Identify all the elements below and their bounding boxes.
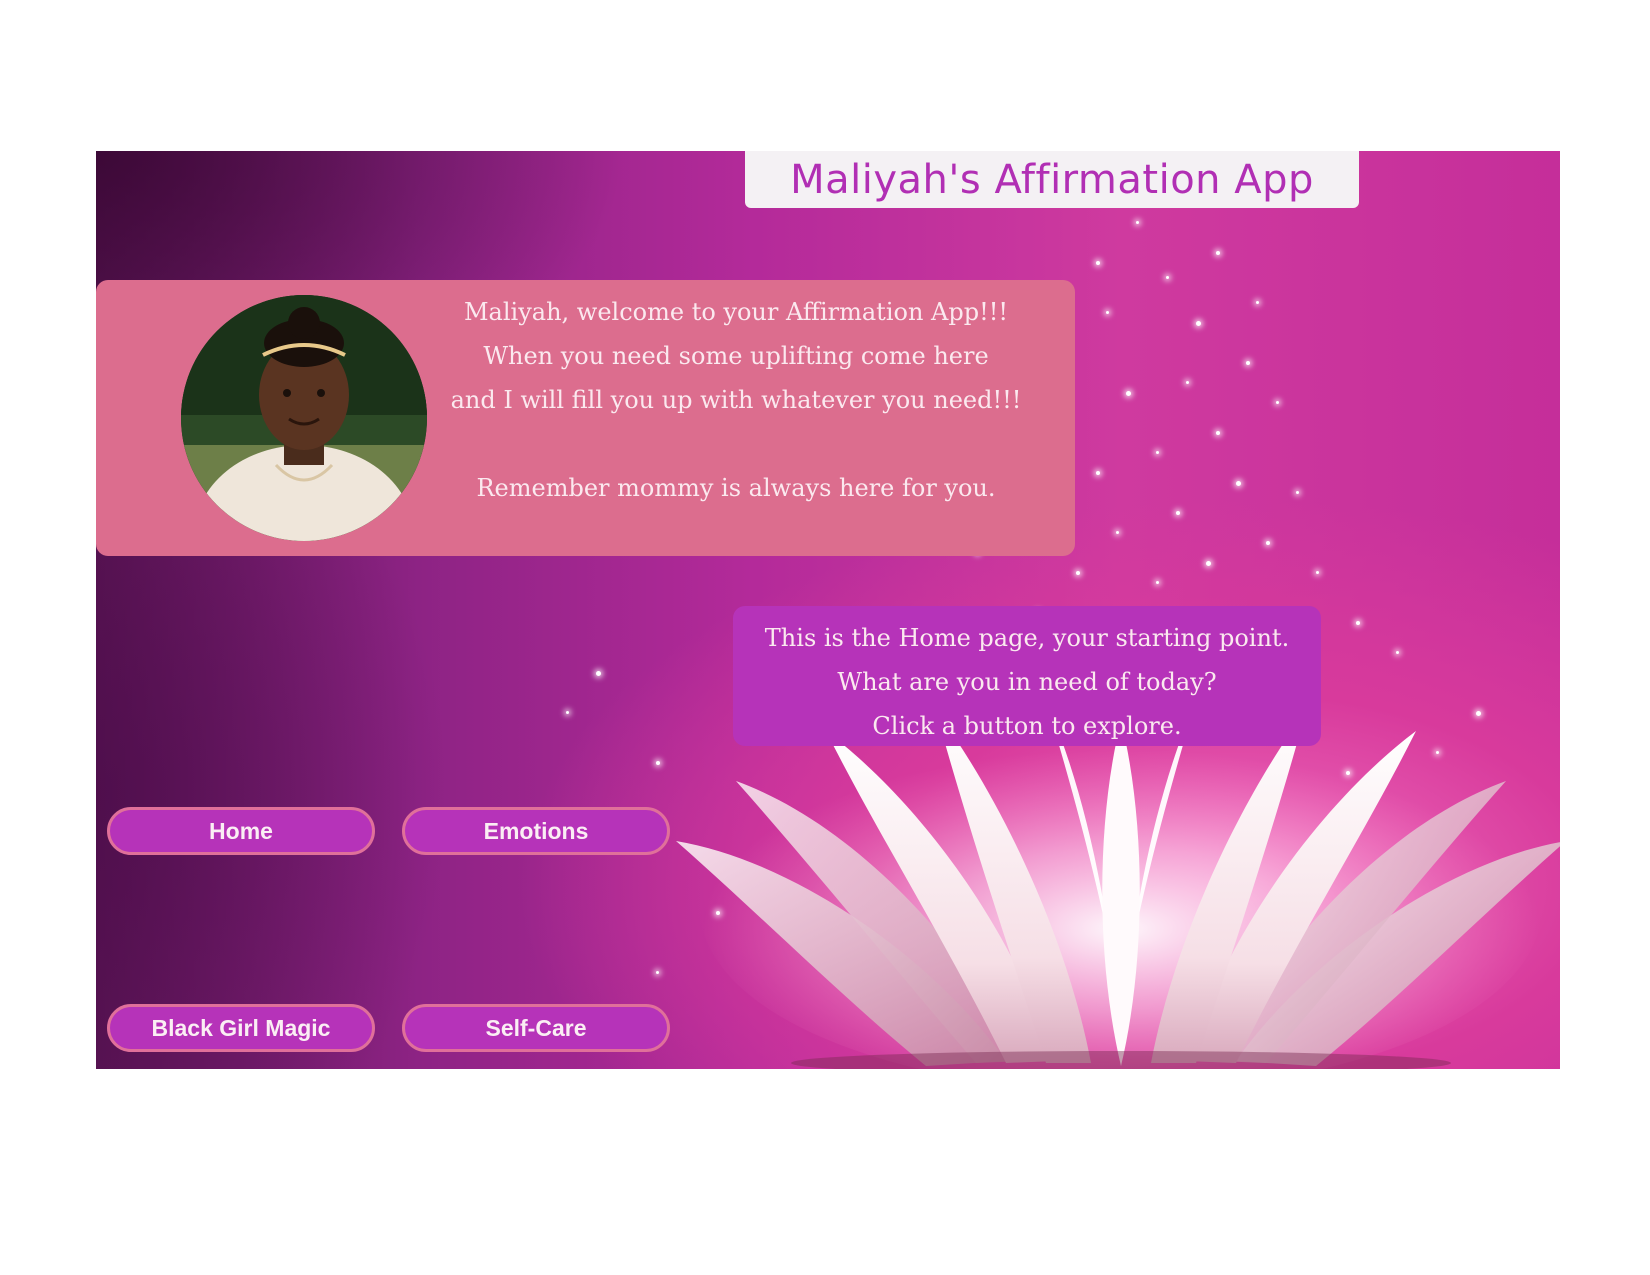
home-button[interactable]: Home xyxy=(107,807,375,855)
sparkle xyxy=(1236,481,1241,486)
sparkle xyxy=(1096,261,1100,265)
sparkle xyxy=(1136,221,1139,224)
sparkle xyxy=(566,711,569,714)
app-title: Maliyah's Affirmation App xyxy=(790,156,1314,203)
sparkle xyxy=(1206,561,1211,566)
sparkle xyxy=(1266,541,1270,545)
sparkle xyxy=(1296,491,1299,494)
sparkle xyxy=(1196,321,1201,326)
sparkle xyxy=(1186,381,1189,384)
sparkle xyxy=(656,761,660,765)
sparkle xyxy=(1156,581,1159,584)
home-line: What are you in need of today? xyxy=(837,668,1217,696)
black-girl-magic-button[interactable]: Black Girl Magic xyxy=(107,1004,375,1052)
home-info-panel: This is the Home page, your starting poi… xyxy=(733,606,1321,746)
sparkle xyxy=(1126,391,1131,396)
sparkle xyxy=(1156,451,1159,454)
sparkle xyxy=(1216,251,1220,255)
lotus-flower-image xyxy=(676,711,1560,1069)
sparkle xyxy=(1116,531,1119,534)
sparkle xyxy=(1356,621,1360,625)
welcome-line: and I will fill you up with whatever you… xyxy=(450,386,1022,414)
home-line: Click a button to explore. xyxy=(872,712,1182,740)
self-care-button[interactable]: Self-Care xyxy=(402,1004,670,1052)
avatar xyxy=(181,295,427,541)
sparkle xyxy=(1076,571,1080,575)
home-message: This is the Home page, your starting poi… xyxy=(733,616,1321,748)
welcome-line: Maliyah, welcome to your Affirmation App… xyxy=(463,298,1009,326)
welcome-panel: Maliyah, welcome to your Affirmation App… xyxy=(96,280,1075,556)
welcome-line xyxy=(436,422,1036,466)
sparkle xyxy=(656,971,659,974)
sparkle xyxy=(1396,651,1399,654)
page: Maliyah's Affirmation App Maliyah, welco… xyxy=(0,0,1650,1275)
sparkle xyxy=(1216,431,1220,435)
welcome-line: When you need some uplifting come here xyxy=(483,342,989,370)
sparkle xyxy=(1176,511,1180,515)
emotions-button[interactable]: Emotions xyxy=(402,807,670,855)
sparkle xyxy=(1106,311,1109,314)
app-title-banner: Maliyah's Affirmation App xyxy=(745,151,1359,208)
sparkle xyxy=(1276,401,1279,404)
sparkle xyxy=(596,671,601,676)
sparkle xyxy=(1096,471,1100,475)
sparkle xyxy=(1246,361,1250,365)
welcome-message: Maliyah, welcome to your Affirmation App… xyxy=(436,290,1036,510)
sparkle xyxy=(1166,276,1169,279)
sparkle xyxy=(1256,301,1259,304)
child-portrait-icon xyxy=(181,295,427,541)
welcome-line: Remember mommy is always here for you. xyxy=(476,474,996,502)
sparkle xyxy=(1316,571,1319,574)
home-line: This is the Home page, your starting poi… xyxy=(764,624,1290,652)
